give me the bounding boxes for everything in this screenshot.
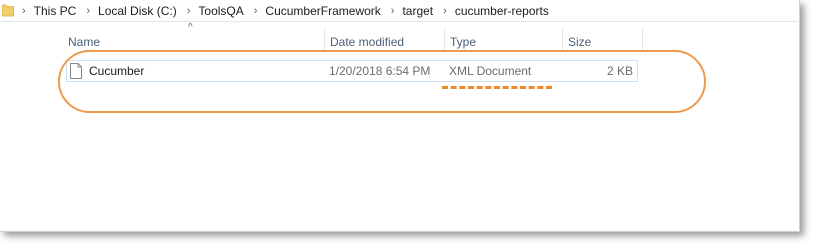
file-name[interactable]: Cucumber	[89, 61, 144, 81]
breadcrumb-item-target[interactable]: target	[402, 4, 433, 18]
chevron-right-icon[interactable]: ›	[254, 5, 258, 17]
chevron-right-icon[interactable]: ›	[391, 5, 395, 17]
chevron-right-icon[interactable]: ›	[22, 5, 26, 17]
file-icon	[70, 63, 82, 79]
file-size: 2 KB	[606, 64, 633, 78]
chevron-right-icon[interactable]: ›	[86, 5, 90, 17]
annotation-dashed-underline	[442, 86, 552, 89]
column-header-row: ^ Name Date modified Type Size	[62, 22, 643, 52]
file-explorer-window: › This PC › Local Disk (C:) › ToolsQA › …	[0, 0, 800, 232]
column-header-name[interactable]: Name	[62, 28, 324, 52]
column-header-date-modified[interactable]: Date modified	[324, 28, 444, 52]
breadcrumb-item-local-disk[interactable]: Local Disk (C:)	[98, 4, 177, 18]
breadcrumb-item-toolsqa[interactable]: ToolsQA	[198, 4, 243, 18]
chevron-right-icon[interactable]: ›	[187, 5, 191, 17]
chevron-right-icon[interactable]: ›	[443, 5, 447, 17]
column-header-type[interactable]: Type	[444, 28, 562, 52]
column-header-size[interactable]: Size	[562, 28, 642, 52]
breadcrumb: › This PC › Local Disk (C:) › ToolsQA › …	[18, 0, 549, 22]
breadcrumb-item-cucumberframework[interactable]: CucumberFramework	[265, 4, 380, 18]
breadcrumb-item-this-pc[interactable]: This PC	[34, 4, 77, 18]
file-row[interactable]: Cucumber 1/20/2018 6:54 PM XML Document …	[66, 60, 638, 82]
folder-icon	[1, 3, 14, 17]
file-date-modified: 1/20/2018 6:54 PM	[329, 64, 431, 78]
file-type: XML Document	[449, 64, 532, 78]
address-bar[interactable]: › This PC › Local Disk (C:) › ToolsQA › …	[0, 0, 800, 22]
column-divider[interactable]	[642, 28, 643, 52]
breadcrumb-item-cucumber-reports[interactable]: cucumber-reports	[455, 4, 549, 18]
